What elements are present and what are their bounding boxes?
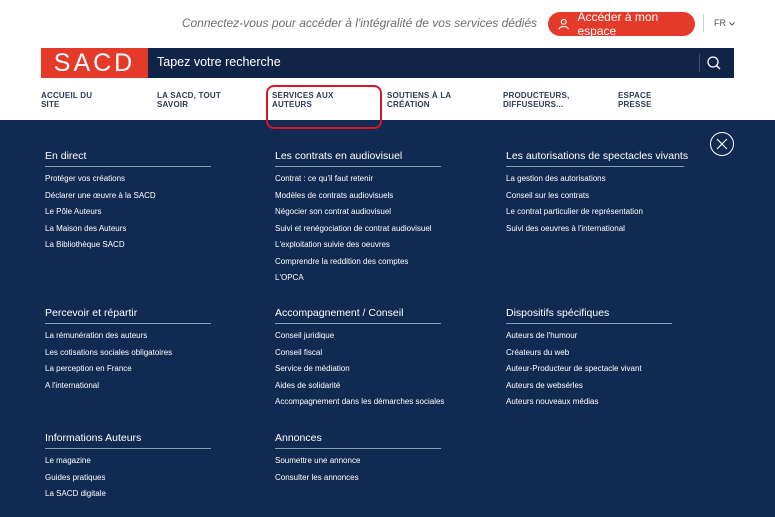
section-title: Informations Auteurs [45, 432, 211, 449]
menu-link[interactable]: L'exploitation suivie des oeuvres [275, 239, 441, 256]
search-divider [699, 54, 700, 72]
menu-link[interactable]: Suivi des oeuvres à l'international [506, 223, 684, 240]
nav-label: ACCUEIL DU [41, 91, 93, 100]
search-input[interactable]: Tapez votre recherche [157, 55, 281, 69]
menu-link[interactable]: Auteurs de l'humour [506, 330, 672, 347]
section-title: En direct [45, 150, 211, 167]
menu-link[interactable]: Les cotisations sociales obligatoires [45, 347, 211, 364]
language-label: FR [714, 18, 726, 28]
menu-link[interactable]: Suivi et renégociation de contrat audiov… [275, 223, 441, 240]
nav-item-accueil[interactable]: ACCUEIL DU SITE [41, 91, 92, 109]
menu-section-autorisations: Les autorisations de spectacles vivants … [506, 150, 688, 240]
menu-section-contrats-audiovisuel: Les contrats en audiovisuel Contrat : ce… [275, 150, 441, 289]
nav-label: PRESSE [618, 100, 652, 109]
menu-link[interactable]: Conseil juridique [275, 330, 441, 347]
menu-link[interactable]: Consulter les annonces [275, 472, 441, 489]
section-title: Dispositifs spécifiques [506, 307, 672, 324]
login-tagline: Connectez-vous pour accéder à l'intégral… [181, 16, 537, 30]
menu-link[interactable]: Service de médiation [275, 363, 441, 380]
nav-label: LA SACD, TOUT [157, 91, 221, 100]
language-selector[interactable]: FR [714, 18, 735, 28]
menu-link[interactable]: Le magazine [45, 455, 211, 472]
menu-section-percevoir: Percevoir et répartir La rémunération de… [45, 307, 211, 396]
menu-link[interactable]: Accompagnement dans les démarches social… [275, 396, 444, 413]
nav-item-soutiens[interactable]: SOUTIENS À LA CRÉATION [387, 91, 451, 109]
section-title: Annonces [275, 432, 441, 449]
nav-label: CRÉATION [387, 100, 430, 109]
main-nav: ACCUEIL DU SITE LA SACD, TOUT SAVOIR SERVI… [0, 78, 775, 120]
annotation-highlight-box [266, 85, 382, 129]
close-icon [716, 138, 728, 150]
login-label: Accéder à mon espace [577, 10, 659, 38]
nav-label: SAVOIR [157, 100, 189, 109]
login-button[interactable]: Accéder à mon espace [548, 10, 695, 38]
nav-item-sacd[interactable]: LA SACD, TOUT SAVOIR [157, 91, 221, 109]
menu-section-en-direct: En direct Protéger vos créations Déclare… [45, 150, 211, 256]
user-icon [558, 18, 569, 30]
menu-link[interactable]: Auteur-Producteur de spectacle vivant [506, 363, 672, 380]
menu-section-dispositifs: Dispositifs spécifiques Auteurs de l'hum… [506, 307, 672, 413]
nav-label: SITE [41, 100, 60, 109]
menu-link[interactable]: Le Pôle Auteurs [45, 206, 211, 223]
menu-link[interactable]: Comprendre la reddition des comptes [275, 256, 441, 273]
nav-item-presse[interactable]: ESPACE PRESSE [618, 91, 652, 109]
menu-link[interactable]: Créateurs du web [506, 347, 672, 364]
section-title: Accompagnement / Conseil [275, 307, 441, 324]
menu-link[interactable]: Guides pratiques [45, 472, 211, 489]
menu-link[interactable]: Auteurs de websérles [506, 380, 672, 397]
menu-link[interactable]: Auteurs nouveaux médias [506, 396, 672, 413]
close-button[interactable] [710, 132, 734, 156]
menu-link[interactable]: Contrat : ce qu'il faut retenir [275, 173, 441, 190]
mega-menu-panel: En direct Protéger vos créations Déclare… [0, 120, 775, 517]
menu-link[interactable]: Déclarer une œuvre à la SACD [45, 190, 211, 207]
menu-link[interactable]: Conseil sur les contrats [506, 190, 684, 207]
section-title: Les autorisations de spectacles vivants [506, 150, 688, 167]
search-bar: SACD Tapez votre recherche [41, 48, 734, 78]
menu-link[interactable]: La Maison des Auteurs [45, 223, 211, 240]
nav-label: DIFFUSEURS... [503, 100, 564, 109]
menu-link[interactable]: Protéger vos créations [45, 173, 211, 190]
search-icon[interactable] [706, 55, 722, 71]
section-title: Les contrats en audiovisuel [275, 150, 441, 167]
menu-link[interactable]: La gestion des autorisations [506, 173, 684, 190]
sacd-logo[interactable]: SACD [41, 48, 148, 78]
top-bar: Connectez-vous pour accéder à l'intégral… [0, 0, 775, 48]
nav-label: PRODUCTEURS, [503, 91, 570, 100]
menu-link[interactable]: Conseil fiscal [275, 347, 441, 364]
menu-link[interactable]: Aides de solidarité [275, 380, 441, 397]
menu-section-accompagnement: Accompagnement / Conseil Conseil juridiq… [275, 307, 444, 413]
menu-link[interactable]: La rémunération des auteurs [45, 330, 211, 347]
menu-section-annonces: Annonces Soumettre une annonce Consulter… [275, 432, 441, 488]
menu-link[interactable]: La SACD digitale [45, 488, 211, 505]
menu-link[interactable]: Modèles de contrats audiovisuels [275, 190, 441, 207]
section-title: Percevoir et répartir [45, 307, 211, 324]
nav-item-producteurs[interactable]: PRODUCTEURS, DIFFUSEURS... [503, 91, 569, 109]
nav-label: SOUTIENS À LA [387, 91, 452, 100]
menu-link[interactable]: Le contrat particulier de représentation [506, 206, 684, 223]
menu-link[interactable]: A l'international [45, 380, 211, 397]
menu-link[interactable]: La perception en France [45, 363, 211, 380]
menu-section-informations: Informations Auteurs Le magazine Guides … [45, 432, 211, 505]
menu-link[interactable]: Soumettre une annonce [275, 455, 441, 472]
chevron-down-icon [728, 22, 735, 26]
menu-link[interactable]: L'OPCA [275, 272, 441, 289]
nav-label: ESPACE [618, 91, 652, 100]
menu-link[interactable]: Négocier son contrat audiovisuel [275, 206, 441, 223]
header-divider [703, 14, 704, 32]
menu-link[interactable]: La Bibliothèque SACD [45, 239, 211, 256]
